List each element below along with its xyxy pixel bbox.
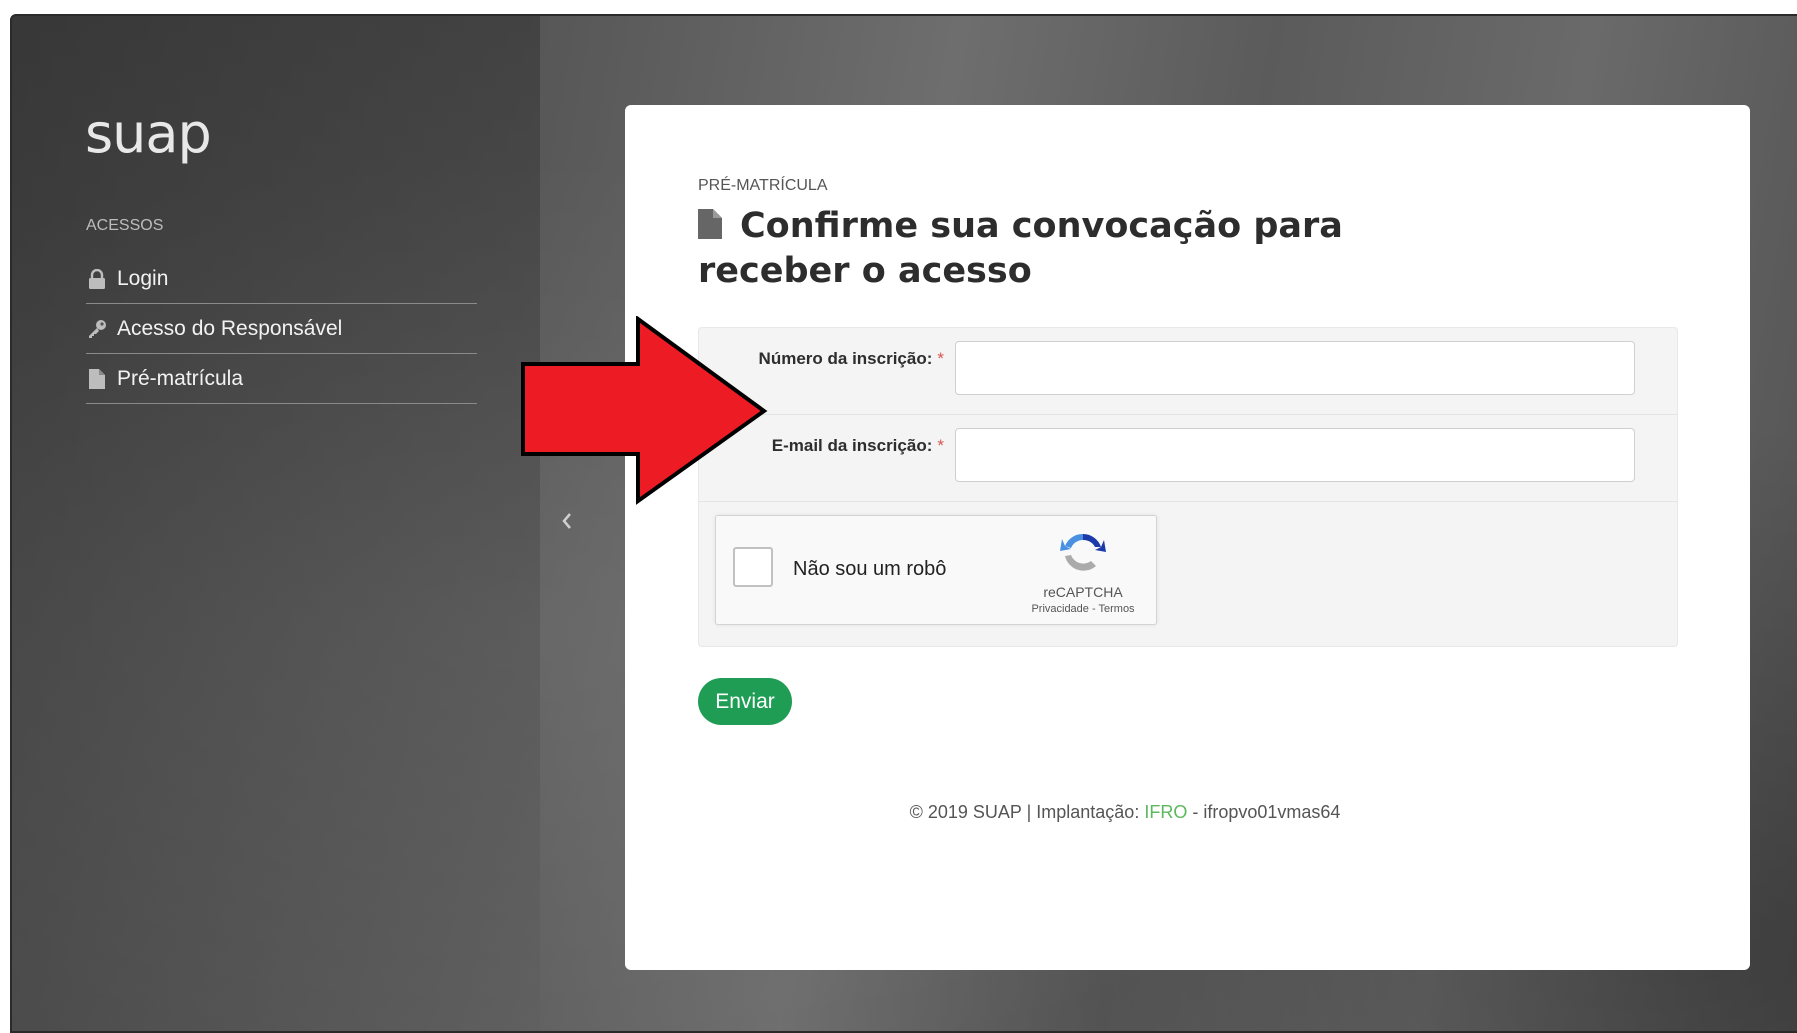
sidebar-heading: ACESSOS bbox=[86, 217, 164, 234]
recaptcha-terms-link[interactable]: Termos bbox=[1099, 603, 1135, 615]
form-row-email: E-mail da inscrição: * bbox=[699, 415, 1677, 502]
page-title-text: Confirme sua convocação para receber o a… bbox=[698, 206, 1343, 291]
breadcrumb: PRÉ-MATRÍCULA bbox=[698, 177, 828, 194]
recaptcha-label: Não sou um robô bbox=[793, 558, 947, 580]
sidebar-item-acesso-responsavel[interactable]: Acesso do Responsável bbox=[86, 304, 477, 354]
main-card: PRÉ-MATRÍCULA Confirme sua convocação pa… bbox=[625, 105, 1750, 970]
recaptcha-logo: reCAPTCHA Privacidade - Termos bbox=[1028, 530, 1138, 615]
recaptcha-links: Privacidade - Termos bbox=[1031, 603, 1135, 615]
chevron-left-icon bbox=[562, 513, 571, 529]
page-title: Confirme sua convocação para receber o a… bbox=[698, 205, 1458, 293]
sidebar-item-pre-matricula[interactable]: Pré-matrícula bbox=[86, 354, 477, 404]
recaptcha-icon bbox=[1060, 533, 1106, 571]
recaptcha-checkbox[interactable] bbox=[733, 547, 773, 587]
email-inscricao-input[interactable] bbox=[955, 428, 1635, 482]
recaptcha-brand: reCAPTCHA bbox=[1043, 584, 1123, 600]
browser-viewport: suap ACESSOS Login Acesso do Responsável… bbox=[10, 14, 1797, 1033]
recaptcha-widget: Não sou um robô reCAPTCHA Privacidade - … bbox=[715, 515, 1157, 625]
email-inscricao-label: E-mail da inscrição: * bbox=[771, 436, 944, 455]
form-row-numero: Número da inscrição: * bbox=[699, 328, 1677, 415]
sidebar-item-label: Pré-matrícula bbox=[117, 366, 244, 390]
red-arrow-annotation bbox=[521, 316, 768, 505]
sidebar-item-label: Acesso do Responsável bbox=[117, 316, 343, 340]
numero-inscricao-label: Número da inscrição: * bbox=[758, 349, 944, 368]
sidebar: suap ACESSOS Login Acesso do Responsável… bbox=[12, 16, 540, 1031]
collapse-sidebar-button[interactable] bbox=[555, 506, 579, 536]
document-icon bbox=[698, 207, 722, 250]
numero-inscricao-input[interactable] bbox=[955, 341, 1635, 395]
document-icon bbox=[86, 368, 108, 390]
required-marker: * bbox=[937, 436, 944, 455]
required-marker: * bbox=[937, 349, 944, 368]
footer-ifro-link[interactable]: IFRO bbox=[1144, 802, 1187, 822]
sidebar-nav: Login Acesso do Responsável Pré-matrícul… bbox=[86, 254, 477, 404]
sidebar-item-login[interactable]: Login bbox=[86, 254, 477, 304]
recaptcha-privacy-link[interactable]: Privacidade bbox=[1031, 603, 1088, 615]
footer: © 2019 SUAP | Implantação: IFRO - ifropv… bbox=[909, 802, 1341, 822]
lock-icon bbox=[86, 268, 108, 290]
key-icon bbox=[86, 318, 108, 340]
suap-logo[interactable]: suap bbox=[85, 102, 212, 165]
form-panel: Número da inscrição: * E-mail da inscriçã… bbox=[698, 327, 1678, 647]
submit-button[interactable]: Enviar bbox=[698, 678, 792, 725]
sidebar-item-label: Login bbox=[117, 266, 169, 290]
